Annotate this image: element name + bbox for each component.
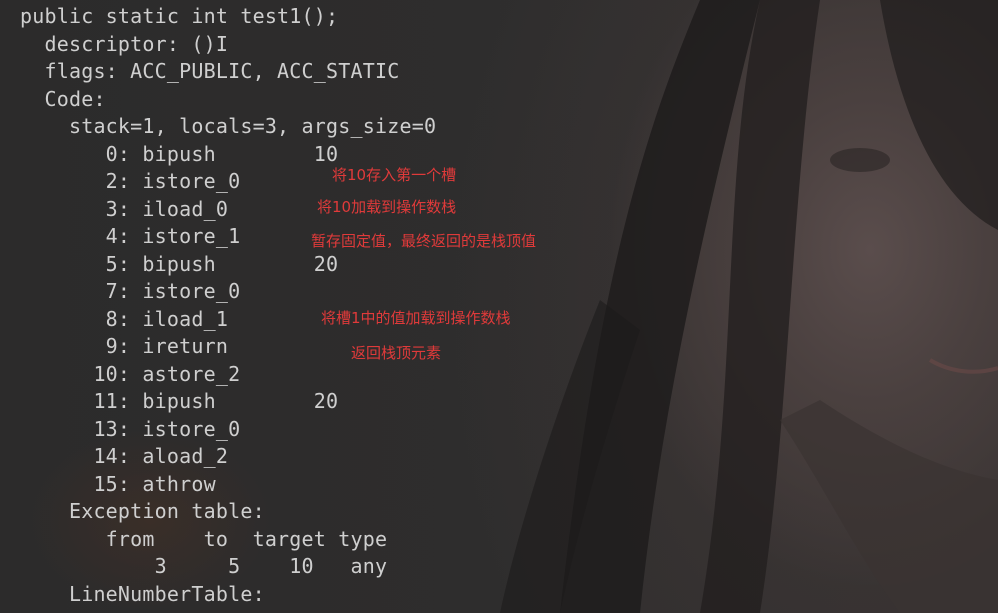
code-line-instruction: 8: iload_1 — [20, 307, 229, 331]
code-line-instruction: 4: istore_1 — [20, 224, 241, 248]
code-line-code-header: Code: — [20, 87, 106, 111]
annotation-note: 暂存固定值，最终返回的是栈顶值 — [311, 232, 537, 250]
code-line-instruction: 11: bipush 20 — [20, 389, 339, 413]
code-line-instruction: 3: iload_0 — [20, 197, 229, 221]
code-line-instruction: 7: istore_0 — [20, 279, 241, 303]
code-line-instruction: 15: athrow — [20, 472, 216, 496]
code-line-stack-info: stack=1, locals=3, args_size=0 — [20, 114, 437, 138]
code-line-exception-row: 3 5 10 any — [20, 554, 388, 578]
code-line-exception-columns: from to target type — [20, 527, 388, 551]
code-line-method-signature: public static int test1(); — [20, 4, 339, 28]
code-line-instruction: 14: aload_2 — [20, 444, 229, 468]
annotation-note: 将10加载到操作数栈 — [317, 198, 457, 216]
annotation-note: 将槽1中的值加载到操作数栈 — [321, 309, 511, 327]
annotation-note: 返回栈顶元素 — [351, 344, 442, 362]
code-line-line-number-table: LineNumberTable: — [20, 582, 265, 606]
code-line-instruction: 2: istore_0 — [20, 169, 241, 193]
code-line-instruction: 13: istore_0 — [20, 417, 241, 441]
code-line-flags: flags: ACC_PUBLIC, ACC_STATIC — [20, 59, 400, 83]
annotation-note: 将10存入第一个槽 — [332, 166, 457, 184]
code-line-exception-table-header: Exception table: — [20, 499, 265, 523]
code-line-instruction: 0: bipush 10 — [20, 142, 339, 166]
code-line-instruction: 5: bipush 20 — [20, 252, 339, 276]
code-line-descriptor: descriptor: ()I — [20, 32, 229, 56]
code-line-instruction: 9: ireturn — [20, 334, 229, 358]
code-line-instruction: 10: astore_2 — [20, 362, 241, 386]
